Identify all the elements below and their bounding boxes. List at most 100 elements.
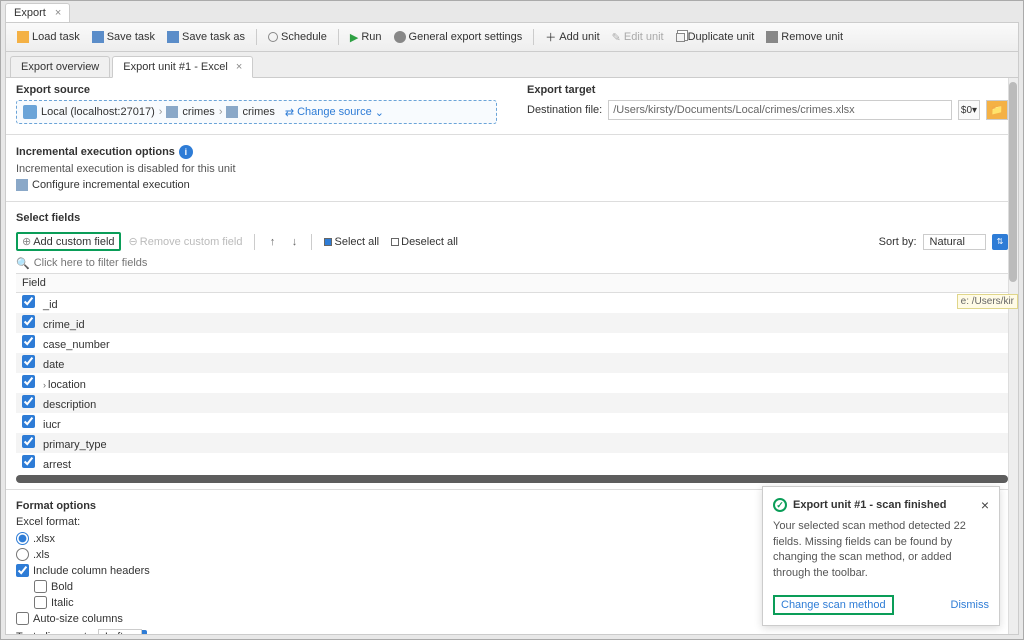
field-checkbox[interactable] — [22, 295, 35, 308]
field-checkbox[interactable] — [22, 435, 35, 448]
separator — [311, 234, 312, 250]
filter-fields-input[interactable] — [34, 255, 1008, 271]
source-db: crimes — [182, 106, 214, 118]
remove-custom-field-button: ⊖Remove custom field — [125, 234, 247, 249]
remove-unit-button[interactable]: Remove unit — [761, 29, 848, 45]
field-checkbox[interactable] — [22, 355, 35, 368]
tab-export-unit-1[interactable]: Export unit #1 - Excel× — [112, 56, 253, 78]
close-icon[interactable]: × — [55, 7, 61, 19]
play-icon: ▶ — [350, 31, 358, 44]
close-icon[interactable]: × — [236, 61, 242, 73]
field-checkbox[interactable] — [22, 335, 35, 348]
field-checkbox[interactable] — [22, 395, 35, 408]
tooltip-fragment: e: /Users/kir — [957, 294, 1018, 309]
collection-icon — [226, 106, 238, 118]
edit-unit-button: ✎Edit unit — [607, 29, 669, 46]
expand-caret-icon[interactable]: › — [43, 380, 46, 390]
configure-incremental-button[interactable]: Configure incremental execution — [16, 179, 1008, 191]
destination-file-input[interactable] — [608, 100, 952, 120]
sort-by-select[interactable]: Natural — [923, 234, 986, 250]
search-icon: 🔍 — [16, 257, 30, 270]
duplicate-unit-button[interactable]: Duplicate unit — [671, 29, 760, 45]
top-tab-export[interactable]: Export × — [5, 3, 70, 22]
folder-open-icon — [17, 31, 29, 43]
field-row[interactable]: _id — [16, 293, 1008, 314]
dismiss-button[interactable]: Dismiss — [951, 599, 990, 611]
field-checkbox[interactable] — [22, 315, 35, 328]
incremental-disabled-text: Incremental execution is disabled for th… — [16, 163, 1008, 175]
save-icon — [92, 31, 104, 43]
select-fields-title: Select fields — [16, 212, 1008, 224]
scrollbar-thumb[interactable] — [1009, 82, 1017, 282]
deselect-all-button[interactable]: Deselect all — [387, 235, 462, 249]
incremental-title: Incremental execution optionsi — [16, 145, 1008, 159]
deselect-all-icon — [391, 238, 399, 246]
folder-icon: 📁 — [991, 105, 1003, 116]
general-settings-button[interactable]: General export settings — [389, 29, 528, 45]
top-tab-label: Export — [14, 7, 46, 19]
chevron-right-icon: › — [159, 106, 163, 118]
field-checkbox[interactable] — [22, 415, 35, 428]
plus-icon: ＋ — [545, 29, 556, 45]
field-row[interactable]: crime_id — [16, 313, 1008, 333]
field-row[interactable]: arrest — [16, 453, 1008, 473]
duplicate-icon — [676, 33, 685, 42]
add-unit-button[interactable]: ＋Add unit — [540, 27, 604, 47]
field-name: primary_type — [43, 439, 107, 451]
scrollbar-track[interactable] — [1008, 78, 1018, 634]
separator — [338, 29, 339, 45]
save-task-as-button[interactable]: Save task as — [162, 29, 250, 45]
move-up-button[interactable]: ↑ — [263, 233, 281, 251]
price-button[interactable]: $0▾ — [958, 100, 980, 120]
field-checkbox[interactable] — [22, 455, 35, 468]
change-scan-method-button[interactable]: Change scan method — [773, 595, 894, 615]
browse-folder-button[interactable]: 📁 — [986, 100, 1008, 120]
chevron-right-icon: › — [219, 106, 223, 118]
field-name: arrest — [43, 459, 71, 471]
field-row[interactable]: description — [16, 393, 1008, 413]
toolbar: Load task Save task Save task as Schedul… — [6, 23, 1018, 52]
chevron-up-down-icon[interactable]: ⇅ — [992, 234, 1008, 250]
schedule-button[interactable]: Schedule — [263, 29, 332, 45]
field-row[interactable]: ›location — [16, 373, 1008, 393]
separator — [256, 29, 257, 45]
text-alignment-select[interactable]: Left — [98, 629, 142, 634]
field-checkbox[interactable] — [22, 375, 35, 388]
destination-label: Destination file: — [527, 104, 602, 116]
close-icon[interactable]: × — [981, 497, 989, 513]
change-source-button[interactable]: ⇄ Change source ⌄ — [285, 106, 384, 119]
clock-icon — [268, 32, 278, 42]
move-down-button[interactable]: ↓ — [285, 233, 303, 251]
sort-by-label: Sort by: — [879, 236, 917, 248]
field-row[interactable]: primary_type — [16, 433, 1008, 453]
save-task-button[interactable]: Save task — [87, 29, 160, 45]
plus-icon: ⊕ — [22, 235, 31, 248]
scan-finished-toast: ✓ Export unit #1 - scan finished × Your … — [762, 486, 1000, 626]
fields-table: Field _idcrime_idcase_numberdate›locatio… — [16, 273, 1008, 473]
field-name: location — [48, 379, 86, 391]
separator — [254, 234, 255, 250]
pencil-icon: ✎ — [612, 31, 621, 44]
source-collection: crimes — [242, 106, 274, 118]
run-button[interactable]: ▶Run — [345, 29, 387, 46]
info-icon[interactable]: i — [179, 145, 193, 159]
horizontal-scrollbar[interactable] — [16, 475, 1008, 483]
field-row[interactable]: date — [16, 353, 1008, 373]
export-source-title: Export source — [16, 84, 497, 96]
add-custom-field-button[interactable]: ⊕Add custom field — [16, 232, 121, 251]
field-name: iucr — [43, 419, 61, 431]
host-icon — [23, 105, 37, 119]
source-host: Local (localhost:27017) — [41, 106, 155, 118]
field-row[interactable]: iucr — [16, 413, 1008, 433]
export-target-title: Export target — [527, 84, 1008, 96]
load-task-button[interactable]: Load task — [12, 29, 85, 45]
content-area: Export source Local (localhost:27017) › … — [6, 78, 1018, 634]
tab-export-overview[interactable]: Export overview — [10, 56, 110, 77]
separator — [533, 29, 534, 45]
minus-icon: ⊖ — [129, 235, 138, 248]
field-name: _id — [43, 299, 58, 311]
save-as-icon — [167, 31, 179, 43]
select-all-button[interactable]: Select all — [320, 235, 383, 249]
text-alignment-label: Text alignment: — [16, 631, 90, 634]
field-row[interactable]: case_number — [16, 333, 1008, 353]
